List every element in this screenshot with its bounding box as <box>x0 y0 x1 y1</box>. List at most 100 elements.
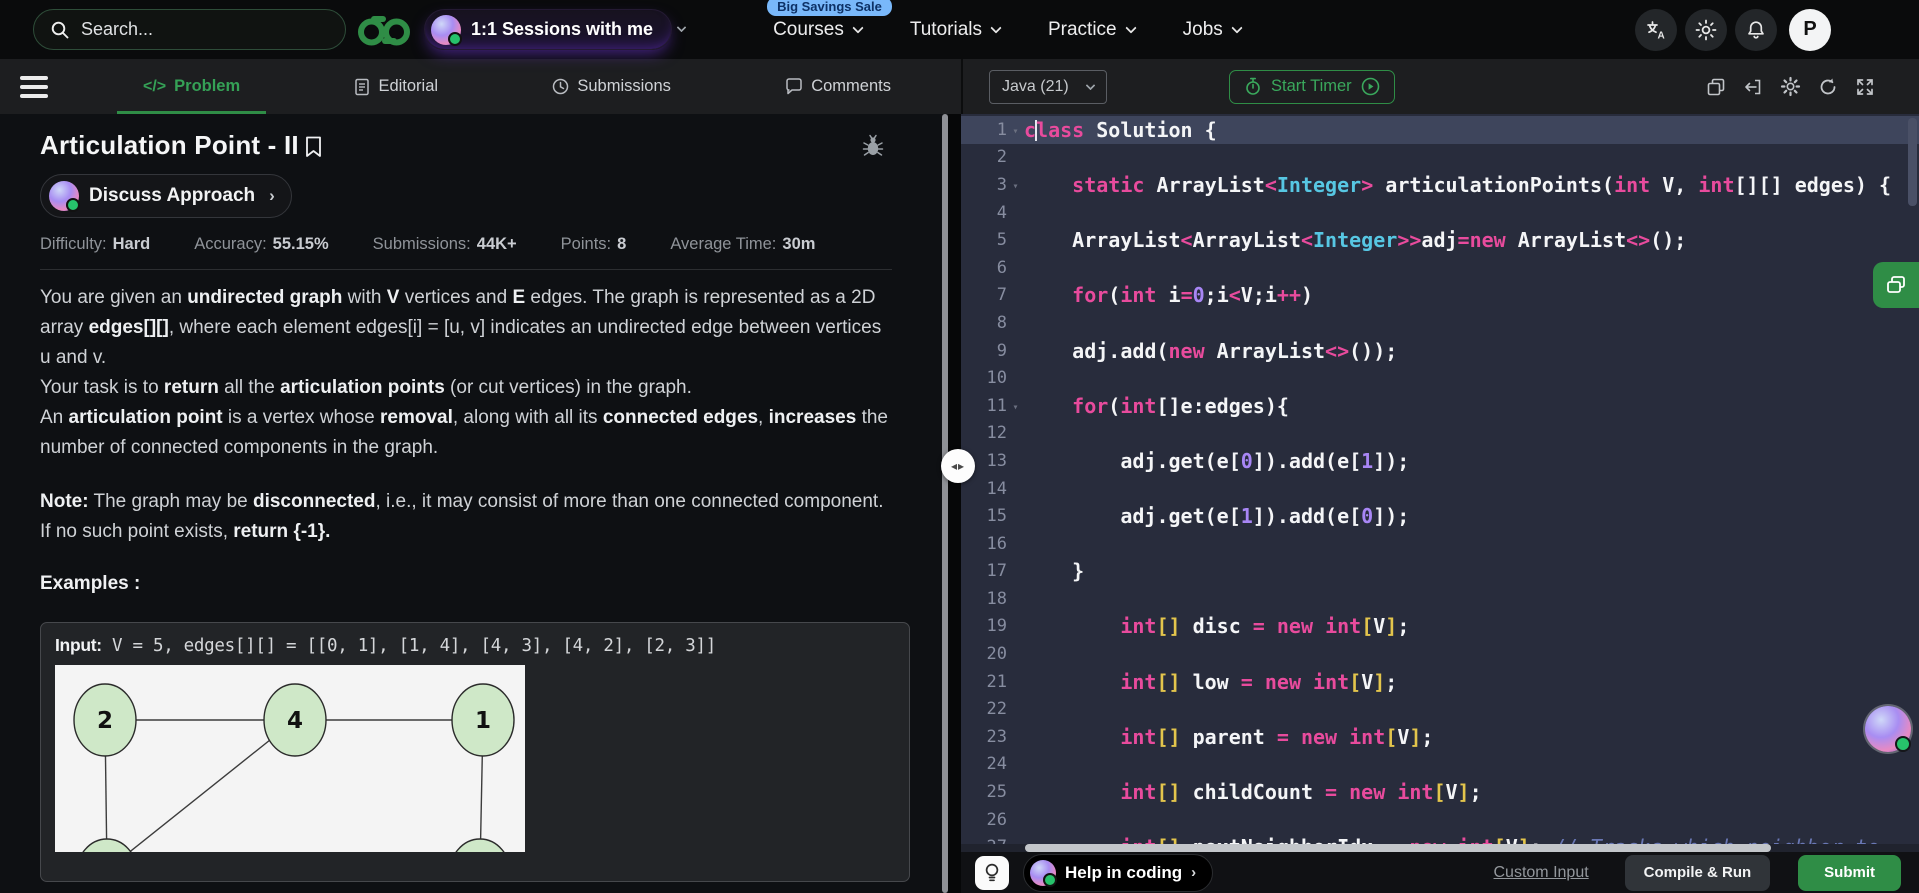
search-input[interactable] <box>81 19 329 40</box>
scrollbar-thumb[interactable] <box>1025 844 1771 852</box>
translate-button[interactable]: A <box>1635 8 1677 51</box>
tab-submissions[interactable]: Submissions <box>552 59 671 114</box>
code-line[interactable]: 10 <box>961 364 1919 392</box>
tab-problem[interactable]: </> Problem <box>116 59 267 114</box>
description-paragraph: If no such point exists, return {-1}. <box>40 521 331 542</box>
stopwatch-icon <box>1244 77 1262 96</box>
code-line[interactable]: 24 <box>961 751 1919 779</box>
mentor-avatar <box>49 181 80 212</box>
code-line[interactable]: 12 <box>961 420 1919 448</box>
start-timer-button[interactable]: Start Timer <box>1229 69 1395 104</box>
code-line[interactable]: 7 for(int i=0;i<V;i++) <box>961 282 1919 310</box>
code-line[interactable]: 13 adj.get(e[0]).add(e[1]); <box>961 447 1919 475</box>
notifications-button[interactable] <box>1735 8 1777 51</box>
code-line[interactable]: 11 ▾ for(int[]e:edges){ <box>961 392 1919 420</box>
fold-arrow-icon[interactable]: ▾ <box>1007 399 1024 413</box>
chevron-right-icon: › <box>1191 864 1197 881</box>
line-number: 2 <box>996 147 1007 168</box>
editor-vertical-scrollbar[interactable] <box>1908 118 1917 206</box>
discuss-approach-button[interactable]: Discuss Approach › <box>40 174 292 218</box>
fold-gutter <box>1007 321 1024 324</box>
sun-icon <box>1695 19 1717 40</box>
lightbulb-icon <box>985 863 999 881</box>
stat-submissions: Submissions: 44K+ <box>372 235 517 253</box>
report-bug-button[interactable] <box>862 134 884 158</box>
code-line[interactable]: 19 int[] disc = new int[V]; <box>961 613 1919 641</box>
bookmark-icon[interactable] <box>305 136 322 158</box>
ai-assistant-avatar[interactable] <box>1865 706 1911 752</box>
fold-arrow-icon[interactable]: ▾ <box>1007 178 1024 192</box>
line-number: 25 <box>986 782 1007 803</box>
search-icon <box>50 20 70 40</box>
language-select[interactable]: Java (21) <box>989 69 1107 104</box>
gfg-logo[interactable] <box>354 10 414 50</box>
hint-button[interactable] <box>975 855 1009 890</box>
stat-average-time: Average Time: 30m <box>670 235 816 253</box>
code-line[interactable]: 8 <box>961 309 1919 337</box>
theme-toggle-button[interactable] <box>1685 8 1727 51</box>
description-note: Note: The graph may be disconnected, i.e… <box>40 491 884 512</box>
help-in-coding-button[interactable]: Help in coding › <box>1023 853 1214 892</box>
code-line[interactable]: 25 int[] childCount = new int[V]; <box>961 778 1919 806</box>
code-line[interactable]: 15 adj.get(e[1]).add(e[0]); <box>961 502 1919 530</box>
code-line[interactable]: 1 ▾ class Solution { <box>961 116 1919 144</box>
compile-run-button[interactable]: Compile & Run <box>1624 854 1771 891</box>
nav-item-jobs[interactable]: Jobs <box>1183 19 1243 41</box>
editor-footer: Help in coding › Custom Input Compile & … <box>961 852 1919 893</box>
code-line[interactable]: 21 int[] low = new int[V]; <box>961 668 1919 696</box>
chevron-down-icon[interactable] <box>676 22 687 33</box>
code-line[interactable]: 17 } <box>961 558 1919 586</box>
line-number: 12 <box>986 423 1007 444</box>
code-line[interactable]: 16 <box>961 530 1919 558</box>
copy-code-button[interactable] <box>1706 77 1726 97</box>
feedback-widget-button[interactable] <box>1873 262 1919 308</box>
code-line[interactable]: 23 int[] parent = new int[V]; <box>961 723 1919 751</box>
code-line[interactable]: 2 <box>961 144 1919 172</box>
nav-item-tutorials[interactable]: Tutorials <box>910 19 1002 41</box>
code-line[interactable]: 20 <box>961 640 1919 668</box>
submit-button[interactable]: Submit <box>1798 854 1901 891</box>
code-line[interactable]: 14 <box>961 475 1919 503</box>
description-paragraph: An articulation point is a vertex whose … <box>40 407 888 458</box>
nav-item-practice[interactable]: Practice <box>1048 19 1137 41</box>
toolbar: </> Problem Editorial Submissions Commen… <box>0 59 1919 114</box>
problem-stats: Difficulty: Hard Accuracy: 55.15% Submissi… <box>40 235 892 254</box>
reset-code-button[interactable] <box>1743 77 1763 97</box>
line-number: 23 <box>986 726 1007 747</box>
tab-editorial[interactable]: Editorial <box>354 59 438 114</box>
line-number: 10 <box>986 368 1007 389</box>
profile-avatar[interactable]: P <box>1789 8 1831 51</box>
chevron-down-icon <box>990 21 1002 34</box>
nav-item-courses[interactable]: Big Savings Sale Courses <box>767 0 892 41</box>
line-number: 20 <box>986 644 1007 665</box>
editor-horizontal-scrollbar[interactable] <box>961 844 1919 852</box>
left-panel-scrollbar[interactable] <box>942 114 948 893</box>
fullscreen-button[interactable] <box>1855 77 1875 97</box>
line-number: 15 <box>986 506 1007 527</box>
code-line[interactable]: 26 <box>961 806 1919 834</box>
code-line[interactable]: 5 ArrayList<ArrayList<Integer>>adj=new A… <box>961 226 1919 254</box>
search-box[interactable] <box>33 9 346 50</box>
fold-arrow-icon[interactable]: ▾ <box>1007 123 1024 137</box>
fold-gutter <box>1007 680 1024 683</box>
code-line[interactable]: 4 <box>961 199 1919 227</box>
tab-comments[interactable]: Comments <box>785 59 891 114</box>
fold-gutter <box>1007 515 1024 518</box>
sessions-button[interactable]: 1:1 Sessions with me <box>424 9 673 50</box>
code-lines[interactable]: 1 ▾ class Solution { 2 3 ▾ static ArrayList<I… <box>961 114 1919 861</box>
code-line[interactable]: 22 <box>961 695 1919 723</box>
code-line[interactable]: 9 adj.add(new ArrayList<>()); <box>961 337 1919 365</box>
code-line[interactable]: 18 <box>961 585 1919 613</box>
line-number: 17 <box>986 561 1007 582</box>
translate-icon: A <box>1647 20 1665 41</box>
code-line[interactable]: 3 ▾ static ArrayList<Integer> articulatio… <box>961 171 1919 199</box>
line-number: 24 <box>986 754 1007 775</box>
code-line[interactable]: 6 <box>961 254 1919 282</box>
example-box: Input: V = 5, edges[][] = [[0, 1], [1, 4… <box>40 622 910 882</box>
sidebar-toggle-button[interactable] <box>20 75 48 98</box>
refresh-code-button[interactable] <box>1818 77 1838 97</box>
code-editor[interactable]: 1 ▾ class Solution { 2 3 ▾ static ArrayList<I… <box>961 114 1919 893</box>
editor-settings-button[interactable] <box>1780 76 1801 97</box>
custom-input-link[interactable]: Custom Input <box>1494 864 1589 882</box>
panel-resize-handle[interactable]: ◂▸ <box>941 449 975 483</box>
